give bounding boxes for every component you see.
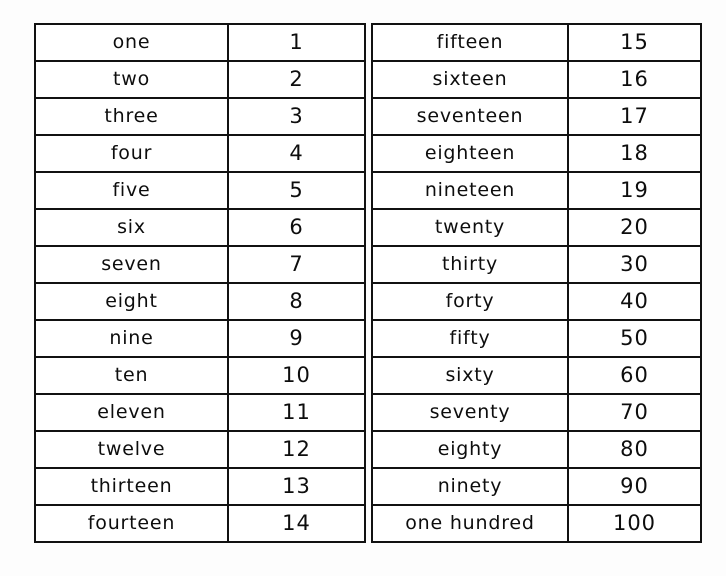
table-row: twenty 20	[371, 208, 702, 247]
number-table-left: one 1 two 2 three 3 four 4 five 5 six 6 seven 7 eight 8…	[34, 23, 366, 543]
table-row: eleven 11	[34, 393, 366, 432]
number-word-cell: nineteen	[371, 171, 569, 210]
numeral-cell: 13	[227, 467, 366, 506]
numeral-cell: 7	[227, 245, 366, 284]
table-row: ten 10	[34, 356, 366, 395]
number-word-cell: eleven	[34, 393, 229, 432]
table-row: three 3	[34, 97, 366, 136]
number-word-cell: forty	[371, 282, 569, 321]
numeral-cell: 11	[227, 393, 366, 432]
number-word-cell: twenty	[371, 208, 569, 247]
numeral-cell: 60	[567, 356, 702, 395]
table-row: sixty 60	[371, 356, 702, 395]
number-word-cell: thirteen	[34, 467, 229, 506]
table-row: thirteen 13	[34, 467, 366, 506]
table-row: seven 7	[34, 245, 366, 284]
numeral-cell: 9	[227, 319, 366, 358]
number-word-cell: eighteen	[371, 134, 569, 173]
numeral-cell: 18	[567, 134, 702, 173]
table-row: nine 9	[34, 319, 366, 358]
table-row: eighteen 18	[371, 134, 702, 173]
number-word-cell: three	[34, 97, 229, 136]
table-row: sixteen 16	[371, 60, 702, 99]
number-word-cell: eighty	[371, 430, 569, 469]
number-word-cell: two	[34, 60, 229, 99]
numeral-cell: 20	[567, 208, 702, 247]
numeral-cell: 90	[567, 467, 702, 506]
number-word-cell: nine	[34, 319, 229, 358]
number-word-cell: ten	[34, 356, 229, 395]
numeral-cell: 10	[227, 356, 366, 395]
numeral-cell: 100	[567, 504, 702, 543]
table-row: forty 40	[371, 282, 702, 321]
numeral-cell: 5	[227, 171, 366, 210]
table-row: four 4	[34, 134, 366, 173]
numeral-cell: 16	[567, 60, 702, 99]
number-word-cell: four	[34, 134, 229, 173]
number-word-cell: one	[34, 23, 229, 62]
table-row: seventy 70	[371, 393, 702, 432]
table-row: one 1	[34, 23, 366, 62]
numeral-cell: 3	[227, 97, 366, 136]
table-row: fourteen 14	[34, 504, 366, 543]
table-row: eighty 80	[371, 430, 702, 469]
numeral-cell: 70	[567, 393, 702, 432]
table-row: fifteen 15	[371, 23, 702, 62]
numeral-cell: 6	[227, 208, 366, 247]
numeral-cell: 15	[567, 23, 702, 62]
table-row: fifty 50	[371, 319, 702, 358]
number-word-cell: fifteen	[371, 23, 569, 62]
numeral-cell: 1	[227, 23, 366, 62]
numeral-cell: 4	[227, 134, 366, 173]
numeral-cell: 2	[227, 60, 366, 99]
table-right-body: fifteen 15 sixteen 16 seventeen 17 eighteen 18 n…	[371, 23, 702, 543]
numeral-cell: 8	[227, 282, 366, 321]
numeral-cell: 12	[227, 430, 366, 469]
table-row: seventeen 17	[371, 97, 702, 136]
numeral-cell: 17	[567, 97, 702, 136]
number-word-cell: thirty	[371, 245, 569, 284]
table-row: ninety 90	[371, 467, 702, 506]
number-word-cell: ninety	[371, 467, 569, 506]
number-words-chart: one 1 two 2 three 3 four 4 five 5 six 6 seven 7 eight 8…	[0, 0, 726, 576]
number-word-cell: twelve	[34, 430, 229, 469]
number-word-cell: fourteen	[34, 504, 229, 543]
number-word-cell: seventy	[371, 393, 569, 432]
table-row: twelve 12	[34, 430, 366, 469]
numeral-cell: 50	[567, 319, 702, 358]
table-row: six 6	[34, 208, 366, 247]
number-word-cell: eight	[34, 282, 229, 321]
number-word-cell: fifty	[371, 319, 569, 358]
table-row: two 2	[34, 60, 366, 99]
number-word-cell: seven	[34, 245, 229, 284]
number-word-cell: six	[34, 208, 229, 247]
table-left-body: one 1 two 2 three 3 four 4 five 5 six 6 seven 7 eight 8…	[34, 23, 366, 543]
number-word-cell: sixteen	[371, 60, 569, 99]
table-row: nineteen 19	[371, 171, 702, 210]
number-word-cell: sixty	[371, 356, 569, 395]
table-row: eight 8	[34, 282, 366, 321]
number-word-cell: one hundred	[371, 504, 569, 543]
number-word-cell: five	[34, 171, 229, 210]
number-word-cell: seventeen	[371, 97, 569, 136]
number-table-right: fifteen 15 sixteen 16 seventeen 17 eighteen 18 n…	[371, 23, 702, 543]
table-row: one hundred 100	[371, 504, 702, 543]
numeral-cell: 40	[567, 282, 702, 321]
table-row: five 5	[34, 171, 366, 210]
numeral-cell: 30	[567, 245, 702, 284]
numeral-cell: 14	[227, 504, 366, 543]
numeral-cell: 19	[567, 171, 702, 210]
table-row: thirty 30	[371, 245, 702, 284]
numeral-cell: 80	[567, 430, 702, 469]
